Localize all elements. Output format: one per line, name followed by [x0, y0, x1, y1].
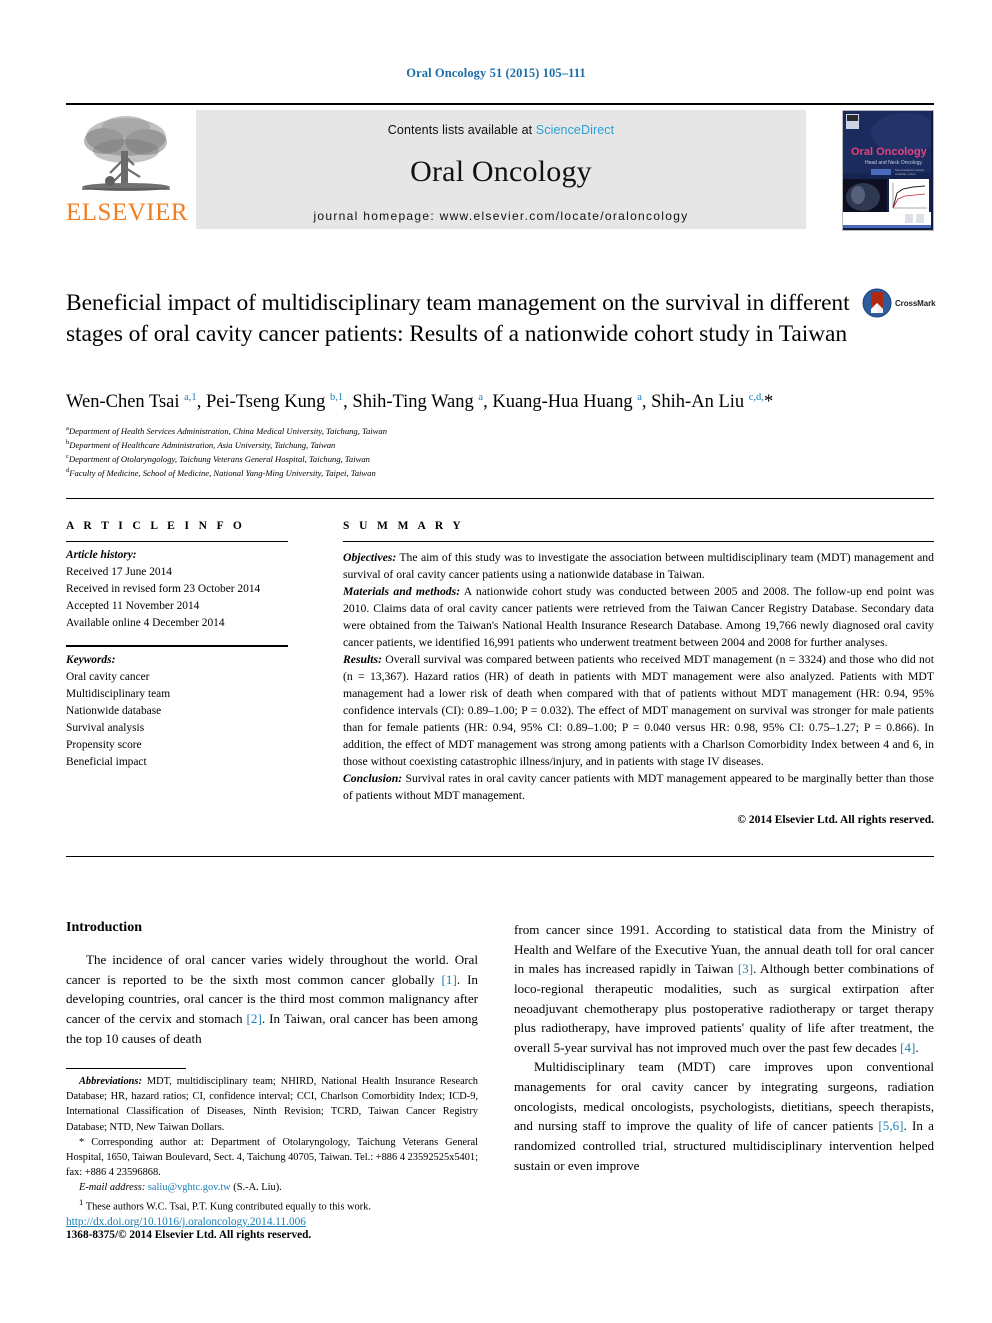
- corresponding-text: Corresponding author at: Department of O…: [66, 1136, 478, 1179]
- affiliation-text: Department of Otolaryngology, Taichung V…: [68, 453, 370, 464]
- keywords-rule: [66, 644, 288, 647]
- abstract-section: Conclusion: Survival rates in oral cavit…: [343, 770, 934, 804]
- affiliation-item: cDepartment of Otolaryngology, Taichung …: [66, 452, 936, 466]
- contents-lists-line: Contents lists available at ScienceDirec…: [196, 110, 806, 137]
- keywords-label: Keywords:: [66, 653, 116, 666]
- elsevier-logo: ELSEVIER: [66, 111, 189, 229]
- journal-homepage-link[interactable]: journal homepage: www.elsevier.com/locat…: [196, 209, 806, 223]
- abstract-section: Materials and methods: A nationwide coho…: [343, 583, 934, 651]
- email-link[interactable]: saliu@vghtc.gov.tw: [148, 1182, 231, 1193]
- section-divider-bottom: [66, 856, 934, 857]
- keyword-item: Oral cavity cancer: [66, 670, 150, 683]
- abstract-body: Objectives: The aim of this study was to…: [343, 549, 934, 829]
- keyword-item: Beneficial impact: [66, 756, 147, 769]
- elsevier-wordmark: ELSEVIER: [66, 199, 189, 226]
- intro-paragraph-right-1: from cancer since 1991. According to sta…: [514, 920, 934, 1057]
- doi-link[interactable]: http://dx.doi.org/10.1016/j.oraloncology…: [66, 1216, 486, 1228]
- crossmark-badge[interactable]: CrossMark: [862, 286, 936, 320]
- intro-text-part: The incidence of oral cancer varies wide…: [66, 952, 478, 987]
- introduction-heading: Introduction: [66, 920, 142, 935]
- affiliation-text: Department of Health Services Administra…: [68, 425, 388, 436]
- abstract-section-label: Materials and methods:: [343, 585, 461, 599]
- citation-ref[interactable]: [4]: [900, 1040, 915, 1055]
- journal-masthead: ELSEVIER Contents lists available at Sci…: [66, 103, 934, 231]
- keyword-item: Nationwide database: [66, 704, 162, 717]
- section-divider-top: [66, 498, 934, 499]
- equal-contrib-text: These authors W.C. Tsai, P.T. Kung contr…: [83, 1200, 371, 1212]
- article-info-rule: [66, 541, 288, 542]
- history-item: Received 17 June 2014: [66, 566, 172, 579]
- summary-heading: S U M M A R Y: [343, 520, 465, 532]
- affiliation-list: aDepartment of Health Services Administr…: [66, 424, 936, 480]
- author-names: Wen-Chen Tsai a,1, Pei-Tseng Kung b,1, S…: [66, 392, 774, 413]
- affiliation-item: aDepartment of Health Services Administr…: [66, 424, 936, 438]
- affiliation-text: Faculty of Medicine, School of Medicine,…: [69, 467, 376, 478]
- footnote-rule: [66, 1068, 186, 1069]
- affiliation-item: dFaculty of Medicine, School of Medicine…: [66, 466, 936, 480]
- author-list: Wen-Chen Tsai a,1, Pei-Tseng Kung b,1, S…: [66, 392, 936, 413]
- abstract-section-text: Survival rates in oral cavity cancer pat…: [343, 772, 934, 803]
- affiliation-item: bDepartment of Healthcare Administration…: [66, 438, 936, 452]
- keywords-block: Keywords: Oral cavity cancer Multidiscip…: [66, 652, 288, 772]
- abstract-section-text: The aim of this study was to investigate…: [343, 551, 934, 582]
- page-title: Beneficial impact of multidisciplinary t…: [66, 290, 850, 348]
- svg-text:available online: available online: [895, 172, 916, 176]
- history-item: Available online 4 December 2014: [66, 617, 225, 630]
- crossmark-icon: [862, 288, 892, 318]
- cover-artwork: Oral Oncology Head and Neck Oncology Sci…: [843, 111, 933, 228]
- abstract-copyright: © 2014 Elsevier Ltd. All rights reserved…: [737, 814, 934, 827]
- summary-column: S U M M A R Y Objectives: The aim of thi…: [343, 520, 934, 829]
- footnote-abbreviations: Abbreviations: MDT, multidisciplinary te…: [66, 1074, 478, 1135]
- journal-cover-thumbnail: Oral Oncology Head and Neck Oncology Sci…: [842, 110, 934, 231]
- svg-text:Oral Oncology: Oral Oncology: [851, 146, 928, 158]
- keyword-item: Propensity score: [66, 739, 142, 752]
- article-history: Article history: Received 17 June 2014 R…: [66, 547, 288, 633]
- body-column-right: from cancer since 1991. According to sta…: [514, 920, 934, 1175]
- doi-block: http://dx.doi.org/10.1016/j.oraloncology…: [66, 1216, 486, 1241]
- masthead-center-panel: Contents lists available at ScienceDirec…: [196, 110, 806, 229]
- issn-copyright: 1368-8375/© 2014 Elsevier Ltd. All right…: [66, 1229, 312, 1241]
- body-column-left: Introduction The incidence of oral cance…: [66, 920, 478, 1048]
- abstract-section-label: Conclusion:: [343, 772, 403, 786]
- abstract-section-label: Objectives:: [343, 551, 397, 564]
- intro-text-part: .: [915, 1039, 919, 1055]
- history-item: Accepted 11 November 2014: [66, 600, 200, 613]
- abbreviations-label: Abbreviations:: [79, 1076, 142, 1087]
- abstract-section-text: Overall survival was compared between pa…: [343, 653, 934, 769]
- running-head: Oral Oncology 51 (2015) 105–111: [406, 66, 586, 80]
- article-info-heading: A R T I C L E I N F O: [66, 520, 246, 532]
- history-item: Received in revised form 23 October 2014: [66, 583, 261, 596]
- journal-title: Oral Oncology: [410, 155, 592, 188]
- summary-rule: [343, 541, 934, 542]
- citation-ref[interactable]: [3]: [738, 961, 753, 976]
- footnote-block: Abbreviations: MDT, multidisciplinary te…: [66, 1068, 478, 1214]
- footnote-corresponding-author: * Corresponding author at: Department of…: [66, 1135, 478, 1181]
- email-label: E-mail address:: [79, 1182, 146, 1194]
- sciencedirect-link[interactable]: ScienceDirect: [536, 123, 614, 137]
- citation-ref[interactable]: [2]: [247, 1011, 262, 1026]
- citation-ref[interactable]: [5,6]: [878, 1118, 903, 1133]
- citation-ref[interactable]: [1]: [442, 972, 457, 987]
- crossmark-label: CrossMark: [895, 298, 936, 308]
- keyword-item: Survival analysis: [66, 721, 145, 734]
- contents-prefix: Contents lists available at: [387, 123, 536, 137]
- article-history-label: Article history:: [66, 549, 137, 561]
- intro-paragraph-left: The incidence of oral cancer varies wide…: [66, 950, 478, 1048]
- article-first-page: Oral Oncology 51 (2015) 105–111 ELSEVIER…: [0, 0, 992, 1323]
- article-info-column: A R T I C L E I N F O Article history: R…: [66, 520, 288, 771]
- intro-text-part: Multidisciplinary team (MDT) care improv…: [514, 1059, 934, 1134]
- footnote-equal-contribution: 1 These authors W.C. Tsai, P.T. Kung con…: [66, 1196, 478, 1215]
- affiliation-text: Department of Healthcare Administration,…: [69, 439, 336, 450]
- abstract-section-label: Results:: [343, 653, 382, 667]
- abstract-section: Results: Overall survival was compared b…: [343, 651, 934, 770]
- footnote-email: E-mail address: saliu@vghtc.gov.tw (S.-A…: [66, 1180, 478, 1195]
- keyword-item: Multidisciplinary team: [66, 687, 171, 700]
- intro-paragraph-right-2: Multidisciplinary team (MDT) care improv…: [514, 1057, 934, 1175]
- abstract-section: Objectives: The aim of this study was to…: [343, 549, 934, 583]
- email-suffix: (S.-A. Liu).: [230, 1182, 282, 1194]
- title-block: Beneficial impact of multidisciplinary t…: [66, 288, 856, 351]
- elsevier-tree-icon: [82, 116, 170, 191]
- svg-text:Head and Neck Oncology: Head and Neck Oncology: [865, 160, 922, 166]
